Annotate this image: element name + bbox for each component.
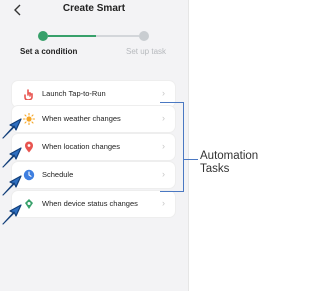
option-launch-tap-to-run[interactable]: Launch Tap-to-Run › <box>12 81 175 107</box>
annotation-label: Automation Tasks <box>200 150 258 176</box>
annotation-line-1: Automation <box>200 150 259 162</box>
option-label: Schedule <box>42 170 74 179</box>
annotation-line-2: Tasks <box>200 163 230 175</box>
chevron-right-icon: › <box>162 169 165 179</box>
chevron-right-icon: › <box>162 113 165 123</box>
pointer-arrow-icon <box>2 118 22 139</box>
step-progress: Set a condition Set up task <box>0 0 188 70</box>
option-schedule[interactable]: Schedule › <box>12 162 175 188</box>
option-device-status[interactable]: When device status changes › <box>12 191 175 217</box>
pointer-arrow-icon <box>2 204 22 225</box>
option-label: When device status changes <box>42 199 138 208</box>
step-2-label[interactable]: Set up task <box>126 47 166 56</box>
chevron-right-icon: › <box>162 198 165 208</box>
progress-line-inactive <box>96 35 139 37</box>
progress-line-active <box>48 35 96 37</box>
option-weather[interactable]: When weather changes › <box>12 106 175 132</box>
hand-tap-icon <box>24 89 33 100</box>
phone-screen: Create Smart Set a condition Set up task… <box>0 0 189 291</box>
pointer-arrow-icon <box>2 147 22 168</box>
bracket-mid-tick <box>184 159 198 160</box>
option-label: When location changes <box>42 142 120 151</box>
pointer-arrow-icon <box>2 175 22 196</box>
option-label: Launch Tap-to-Run <box>42 89 106 98</box>
step-1-dot <box>38 31 48 41</box>
step-2-dot <box>139 31 149 41</box>
step-1-label: Set a condition <box>20 47 78 56</box>
bracket-line <box>183 102 184 191</box>
bracket-bottom-tick <box>160 191 184 192</box>
option-location[interactable]: When location changes › <box>12 134 175 160</box>
option-label: When weather changes <box>42 114 121 123</box>
chevron-right-icon: › <box>162 141 165 151</box>
bracket-top-tick <box>160 102 184 103</box>
chevron-right-icon: › <box>162 88 165 98</box>
